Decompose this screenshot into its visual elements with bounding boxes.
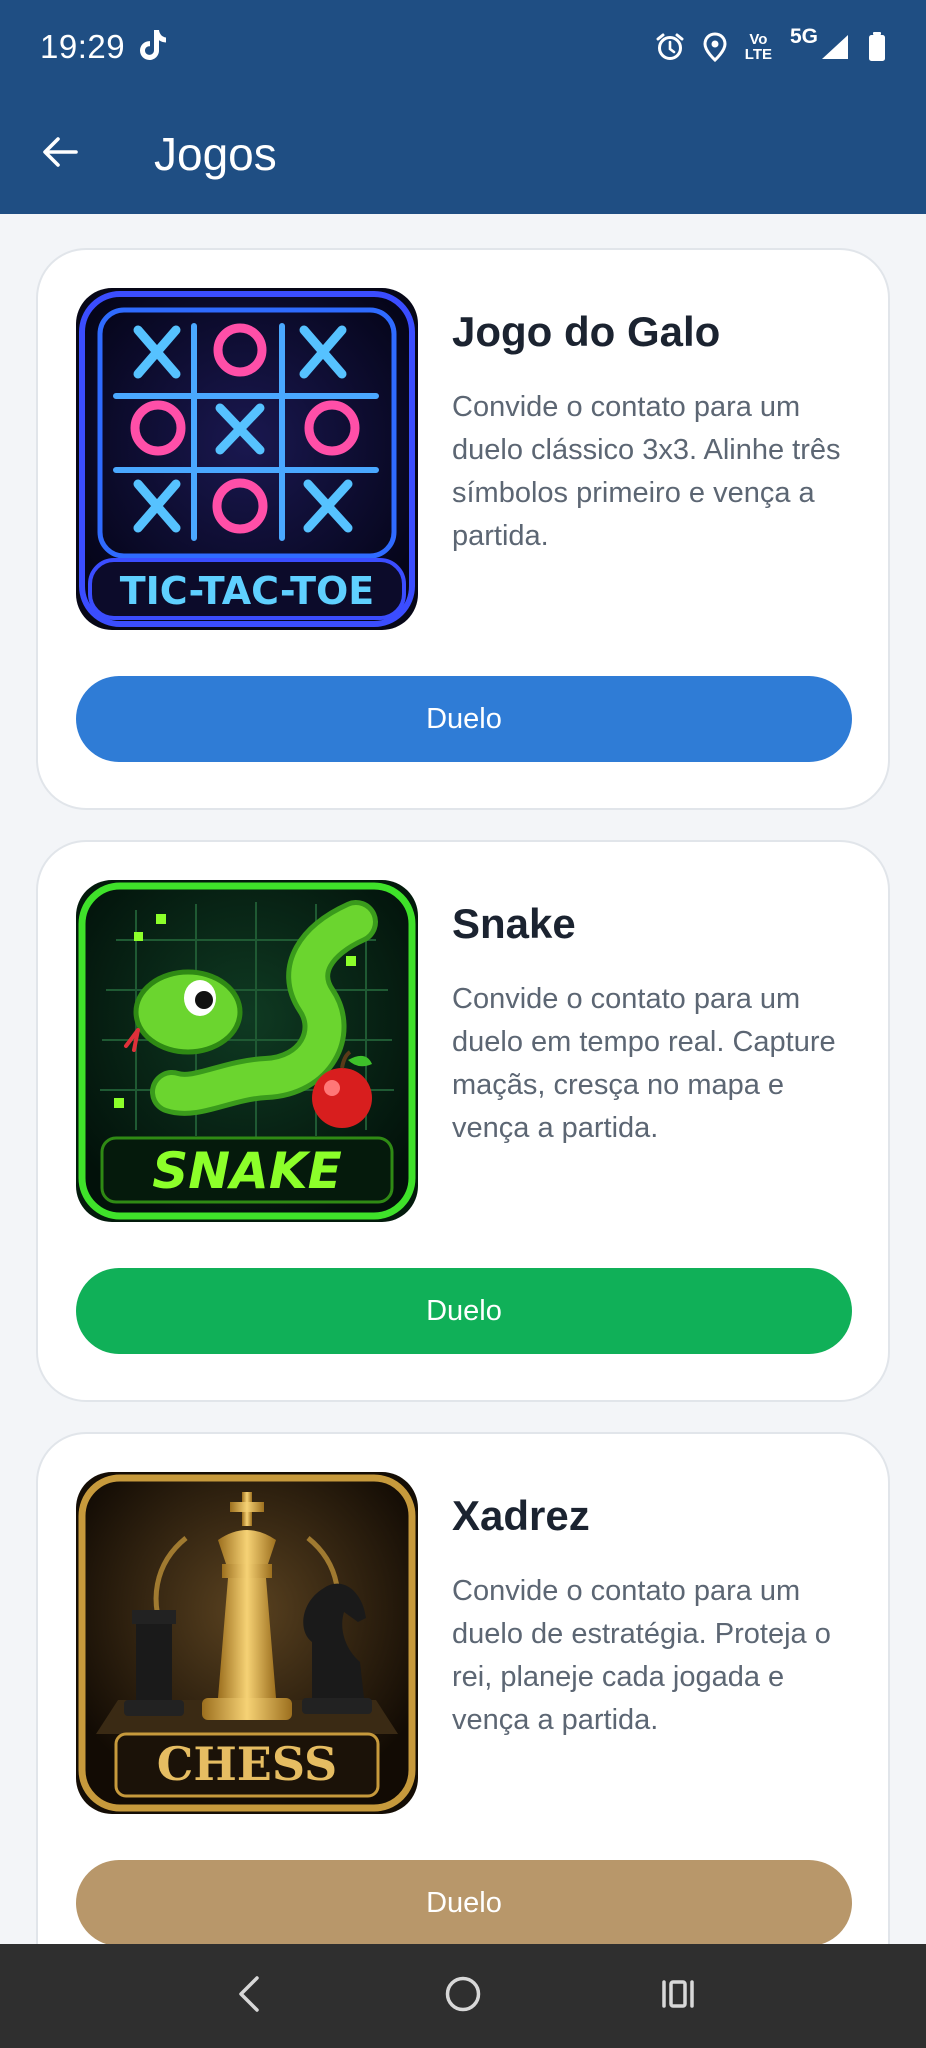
game-card-snake: SNAKE Snake Convide o contato para um du…	[36, 840, 890, 1402]
snake-image: SNAKE	[76, 880, 418, 1222]
back-button[interactable]	[0, 94, 120, 214]
nav-recents-icon	[658, 1974, 698, 2019]
duel-button-snake[interactable]: Duelo	[76, 1268, 852, 1354]
nav-recents-button[interactable]	[638, 1956, 718, 2036]
game-title: Jogo do Galo	[452, 308, 721, 355]
arrow-left-icon	[40, 132, 80, 177]
tic-tac-toe-logo-text: TIC-TAC-TOE	[120, 569, 375, 613]
game-card-tic-tac-toe: TIC-TAC-TOE Jogo do Galo Convide o conta…	[36, 248, 890, 810]
duel-button-tic-tac-toe[interactable]: Duelo	[76, 676, 852, 762]
nav-back-icon	[233, 1974, 263, 2019]
game-description: Convide o contato para um duelo em tempo…	[452, 983, 836, 1144]
app-bar: 19:29 Vo LTE 5G Jogos	[0, 0, 926, 214]
toolbar: Jogos	[0, 94, 926, 214]
game-title: Snake	[452, 900, 576, 947]
game-description: Convide o contato para um duelo de estra…	[452, 1575, 831, 1736]
location-pin-icon	[703, 32, 727, 62]
signal-icon: 5G	[790, 25, 850, 61]
status-time: 19:29	[40, 28, 126, 65]
nav-home-icon	[443, 1974, 483, 2019]
network-type: 5G	[789, 25, 818, 48]
chess-image: CHESS	[76, 1472, 418, 1814]
tiktok-icon	[137, 28, 167, 67]
nav-back-button[interactable]	[208, 1956, 288, 2036]
volte-indicator: Vo LTE	[744, 31, 772, 63]
status-bar: 19:29 Vo LTE 5G	[0, 0, 926, 94]
duel-button-chess[interactable]: Duelo	[76, 1860, 852, 1946]
nav-home-button[interactable]	[423, 1956, 503, 2036]
snake-logo-text: SNAKE	[152, 1142, 341, 1200]
battery-icon	[868, 32, 886, 62]
system-nav-bar	[0, 1944, 926, 2048]
chess-logo-text: CHESS	[157, 1737, 338, 1791]
alarm-icon	[655, 32, 685, 62]
game-title: Xadrez	[452, 1492, 590, 1539]
page-title: Jogos	[154, 128, 277, 180]
game-description: Convide o contato para um duelo clássico…	[452, 391, 841, 552]
tic-tac-toe-image: TIC-TAC-TOE	[76, 288, 418, 630]
